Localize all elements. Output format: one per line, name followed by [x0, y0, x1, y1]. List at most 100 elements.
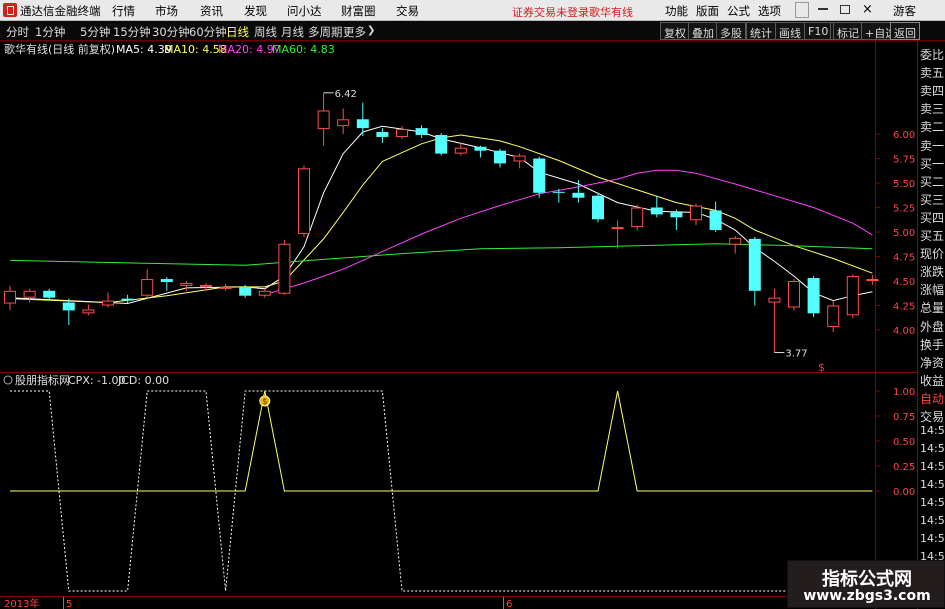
price-tick-label: 5.25 — [893, 204, 915, 215]
menu-trade[interactable]: 交易 — [396, 3, 419, 19]
period-15min[interactable]: 15分钟 — [113, 24, 151, 40]
period-monthly[interactable]: 月线 — [281, 24, 304, 40]
candle-body — [278, 243, 291, 294]
current-stock-name[interactable]: 歌华有线 — [589, 4, 633, 20]
price-tick-label: 5.75 — [893, 155, 915, 166]
menu-ask-xiaoda[interactable]: 问小达 — [287, 3, 322, 19]
candle-body — [376, 132, 389, 137]
btn-multi-stock[interactable]: 多股 — [716, 22, 746, 40]
btn-f10[interactable]: F10 — [804, 22, 833, 40]
candle-body — [748, 238, 761, 291]
price-tick-label: 4.50 — [893, 277, 915, 288]
close-icon[interactable]: × — [862, 2, 873, 17]
side-item: 买二 — [920, 174, 945, 189]
side-item: 委比 — [920, 48, 945, 62]
indicator-yellow-line — [10, 390, 873, 492]
btn-overlay[interactable]: 叠加 — [688, 22, 718, 40]
minimize-icon[interactable] — [818, 8, 828, 10]
candle-body — [415, 128, 428, 135]
menu-options[interactable]: 选项 — [758, 3, 781, 19]
month-label-5: 5 — [66, 599, 72, 609]
candle — [474, 145, 487, 158]
candle — [807, 276, 820, 318]
menu-function[interactable]: 功能 — [665, 3, 688, 19]
candle — [219, 283, 232, 291]
btn-statistics[interactable]: 统计 — [746, 22, 776, 40]
watermark: 指标公式网 www.zbgs3.com — [787, 560, 945, 608]
menu-wealth-circle[interactable]: 财富圈 — [341, 3, 376, 19]
period-60min[interactable]: 60分钟 — [189, 24, 227, 40]
candle — [4, 285, 16, 311]
candle — [611, 220, 624, 249]
indicator-menu-icon[interactable] — [3, 375, 13, 385]
side-item: 卖一 — [920, 138, 945, 153]
side-item: 涨跌 — [920, 265, 945, 280]
side-item: 买五 — [920, 229, 945, 243]
watermark-url: www.zbgs3.com — [803, 588, 931, 604]
candle-body — [846, 276, 859, 316]
indicator-title: 股朋指标网 — [15, 373, 70, 387]
signal-mark: $ — [818, 361, 825, 374]
app-logo-icon — [3, 3, 17, 17]
menu-discover[interactable]: 发现 — [244, 3, 267, 19]
period-weekly[interactable]: 周线 — [254, 24, 277, 40]
side-item: 买四 — [920, 210, 945, 225]
period-multi[interactable]: 多周期 — [308, 24, 343, 40]
menu-market[interactable]: 市场 — [155, 3, 178, 19]
candle — [748, 236, 761, 306]
candle-body — [454, 147, 467, 154]
candle — [592, 192, 604, 223]
side-quote-panel: 委比 卖五 卖四 卖三 卖二 卖一 买一 买二 买三 买四 买五 现价 涨跌 涨幅 总量 外盘 换手 净资 收益 自动… — [917, 41, 945, 609]
btn-back[interactable]: 返回 — [890, 22, 920, 40]
high-price-label: 6.42 — [335, 89, 357, 100]
indicator-tick-label: 0.00 — [893, 487, 915, 498]
menu-formula[interactable]: 公式 — [727, 3, 750, 19]
price-tick-label: 4.25 — [893, 302, 915, 313]
candle-body — [4, 290, 16, 304]
price-tick-label: 5.00 — [893, 228, 915, 239]
candle — [670, 209, 683, 231]
candle — [768, 288, 781, 353]
period-intraday[interactable]: 分时 — [6, 24, 29, 40]
side-item[interactable]: 自动 — [920, 390, 944, 407]
period-more[interactable]: 更多 — [343, 24, 366, 40]
candle — [337, 108, 350, 134]
candle — [572, 180, 585, 203]
window-mode-icon[interactable] — [795, 2, 809, 18]
side-item: 买一 — [920, 156, 945, 171]
cpx-label: CPX: -1.00 — [68, 374, 126, 387]
side-item: 买三 — [920, 192, 945, 207]
candle — [23, 288, 36, 303]
side-item[interactable]: 交易 — [920, 408, 944, 425]
guest-user[interactable]: 游客 — [893, 3, 916, 19]
period-daily[interactable]: 日线 — [226, 24, 249, 40]
chart-area[interactable]: 歌华有线(日线 前复权) ⌄ MA5: 4.39 MA10: 4.58 MA20… — [0, 41, 917, 609]
menu-layout[interactable]: 版面 — [696, 3, 719, 19]
candle-body — [435, 134, 448, 154]
candle-body — [102, 300, 114, 306]
candle — [454, 142, 467, 156]
side-item: 总量 — [920, 301, 945, 316]
side-item: 收益 — [920, 373, 945, 388]
period-1min[interactable]: 1分钟 — [35, 24, 65, 40]
maximize-icon[interactable] — [840, 5, 850, 14]
candle-body — [317, 110, 330, 130]
side-time: 14:56 — [920, 532, 945, 545]
btn-adjust[interactable]: 复权 — [660, 22, 690, 40]
candle-body — [552, 191, 565, 193]
btn-mark[interactable]: 标记 — [833, 22, 863, 40]
more-chevron-icon[interactable]: ❯ — [367, 25, 375, 36]
side-time: 14:56 — [920, 478, 945, 491]
period-5min[interactable]: 5分钟 — [80, 24, 110, 40]
btn-draw[interactable]: 画线 — [775, 22, 805, 40]
header-dropdown-icon[interactable]: ⌄ — [105, 46, 113, 56]
menu-news[interactable]: 资讯 — [200, 3, 223, 19]
side-item: 净资 — [920, 355, 945, 370]
trade-login-status[interactable]: 证券交易未登录 — [512, 4, 589, 20]
candle — [533, 156, 546, 198]
year-label: 2013年 — [4, 597, 39, 609]
side-item: 换手 — [920, 337, 945, 352]
period-30min[interactable]: 30分钟 — [152, 24, 190, 40]
side-item: 涨幅 — [920, 283, 945, 298]
menu-quotes[interactable]: 行情 — [112, 3, 135, 19]
